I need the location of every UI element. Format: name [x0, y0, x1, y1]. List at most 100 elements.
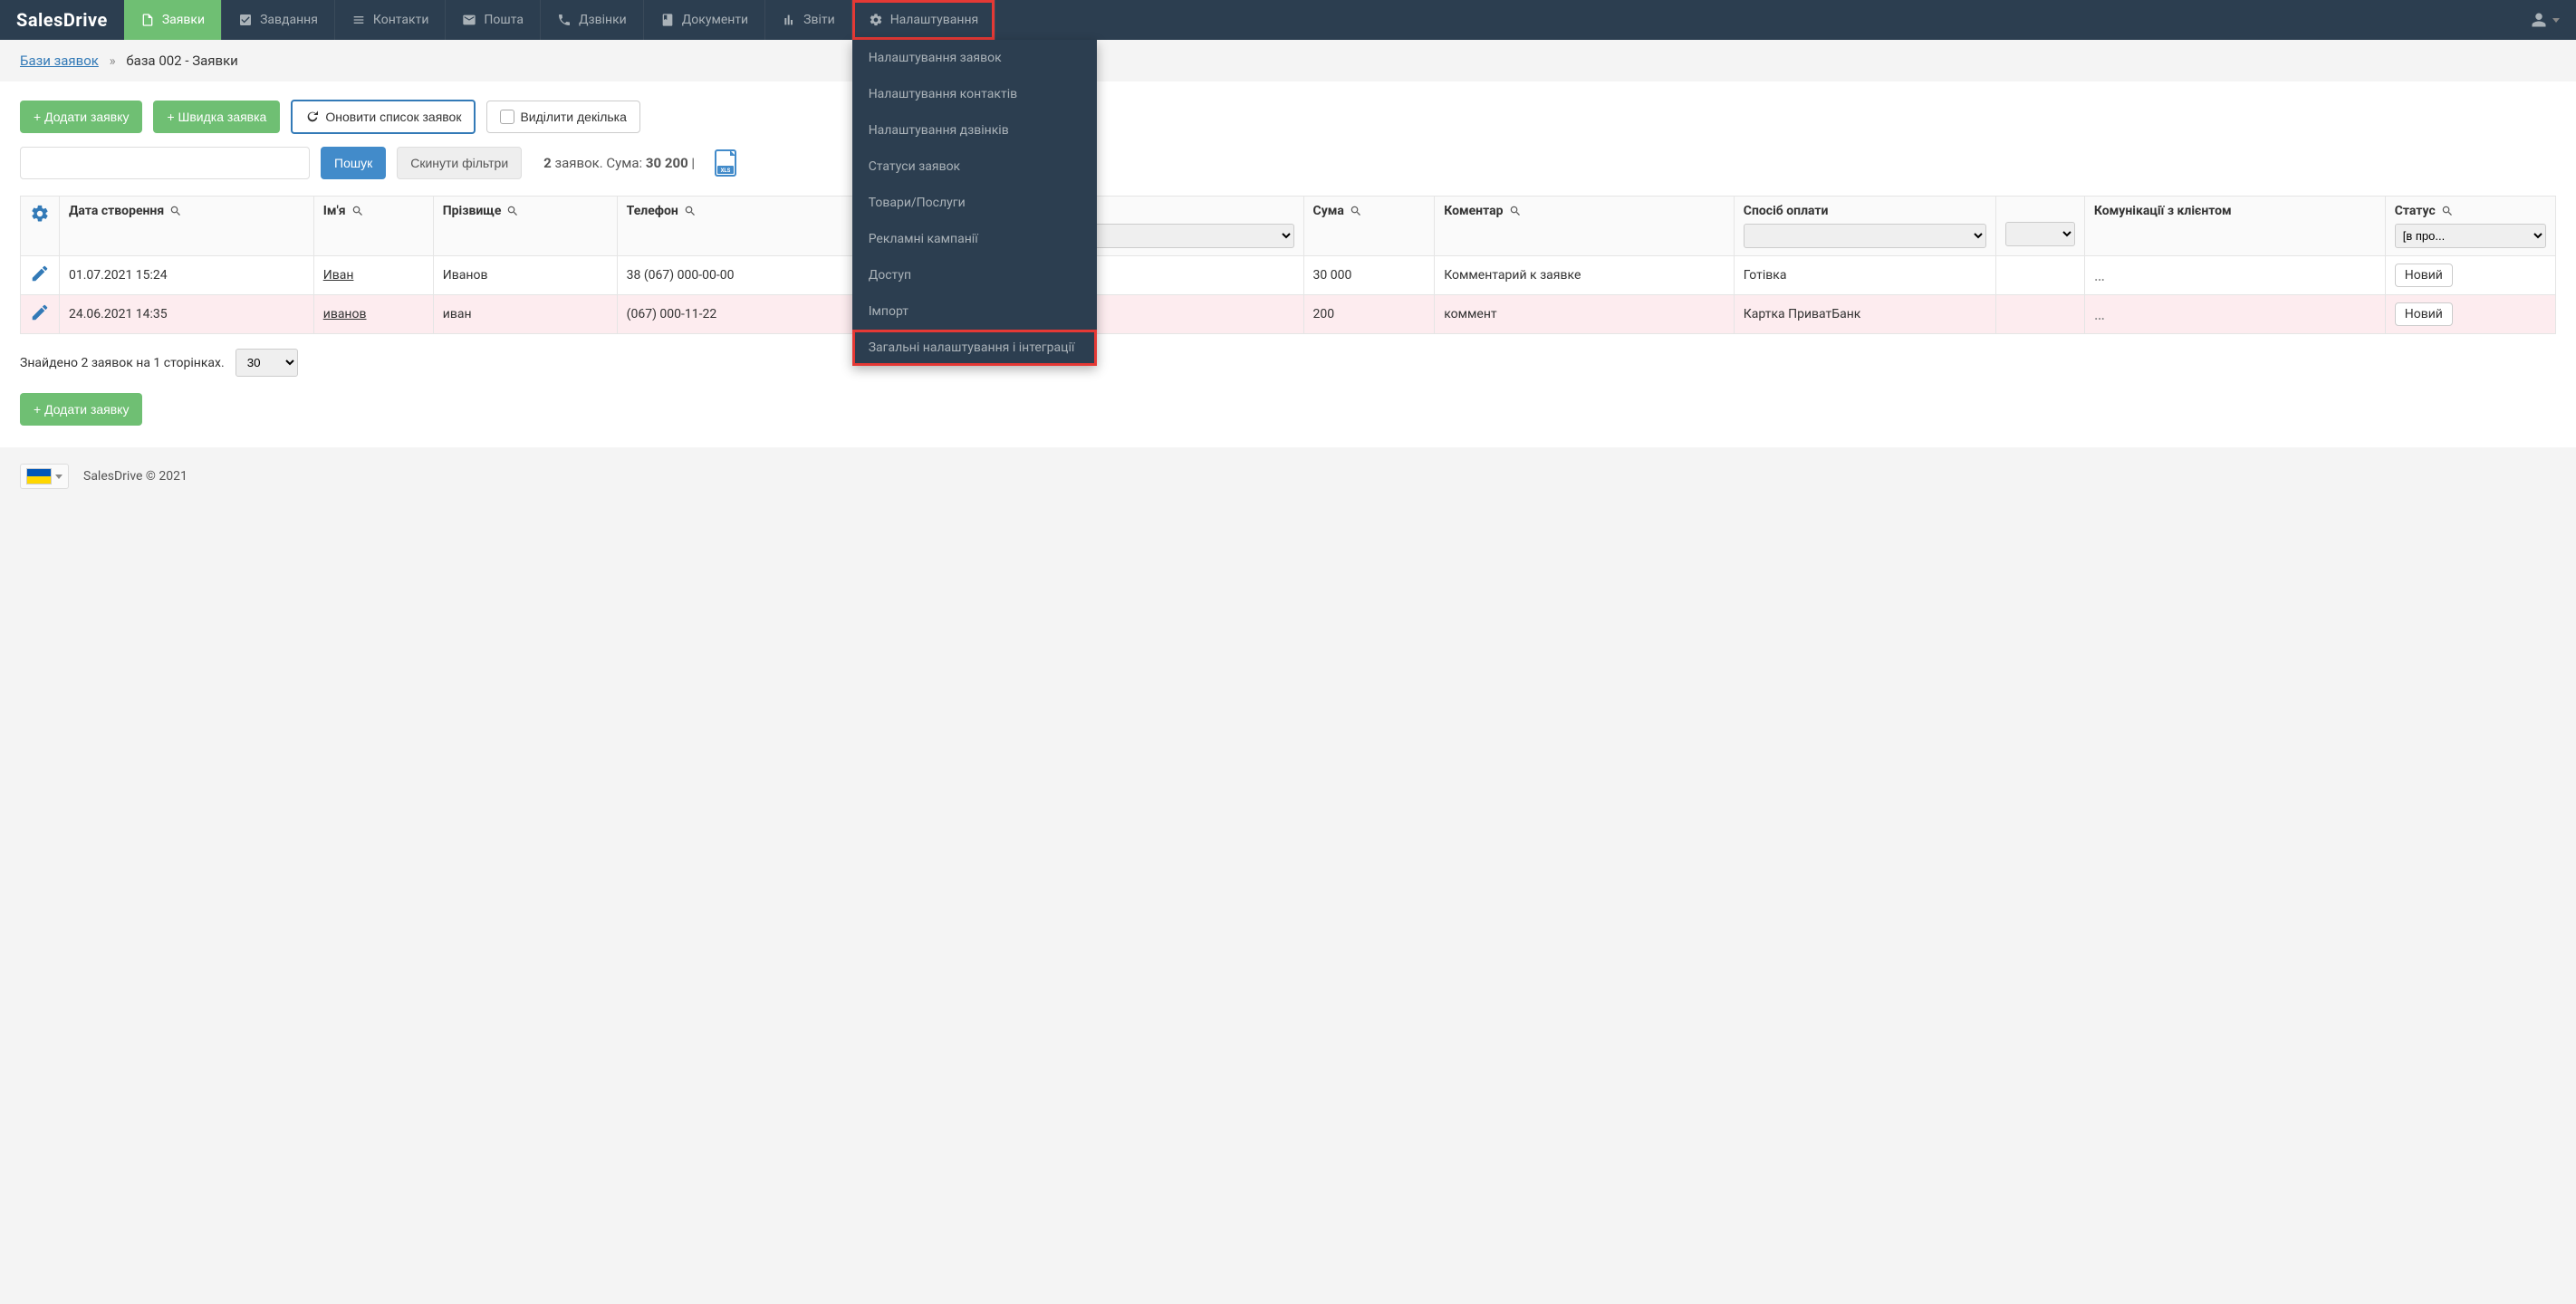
search-icon[interactable] [684, 205, 697, 217]
nav-orders[interactable]: Заявки [124, 0, 221, 40]
status-badge[interactable]: Новий [2395, 264, 2453, 287]
export-xls-button[interactable]: XLS [713, 149, 738, 177]
dropdown-item-calls-settings[interactable]: Налаштування дзвінків [852, 112, 1097, 149]
mail-icon [462, 13, 476, 27]
cell-name: Иван [313, 256, 433, 295]
edit-icon[interactable] [30, 264, 50, 283]
pager: Знайдено 2 заявок на 1 сторінках. 30 [20, 334, 2556, 377]
summary-sum: 30 200 [646, 155, 688, 171]
dropdown-item-goods[interactable]: Товари/Послуги [852, 185, 1097, 221]
dropdown-item-statuses[interactable]: Статуси заявок [852, 149, 1097, 185]
refresh-button[interactable]: Оновити список заявок [291, 100, 476, 134]
search-icon[interactable] [2441, 205, 2454, 217]
user-menu[interactable] [2514, 0, 2576, 40]
col-phone[interactable]: Телефон [617, 197, 860, 256]
search-icon[interactable] [351, 205, 364, 217]
brand-logo: SalesDrive [0, 0, 124, 40]
col-date[interactable]: Дата створення [60, 197, 314, 256]
col-extra[interactable] [1995, 197, 2084, 256]
edit-icon[interactable] [30, 302, 50, 322]
name-link[interactable]: Иван [323, 268, 354, 283]
status-filter-select[interactable]: [в про... [2395, 224, 2546, 248]
chevron-down-icon [55, 475, 62, 479]
search-button[interactable]: Пошук [321, 147, 386, 179]
select-many-button[interactable]: Виділити декілька [486, 101, 639, 133]
col-status[interactable]: Статус [в про... [2385, 197, 2555, 256]
summary-sep: | [688, 155, 695, 171]
cell-payment: Готівка [1734, 256, 1995, 295]
cell-phone: 38 (067) 000-00-00 [617, 256, 860, 295]
nav-reports[interactable]: Звіти [764, 0, 851, 40]
extra-filter-select[interactable] [2005, 222, 2075, 246]
cell-name: иванов [313, 295, 433, 334]
nav-label: Завдання [260, 13, 318, 27]
dropdown-item-access[interactable]: Доступ [852, 257, 1097, 293]
settings-dropdown: Налаштування заявок Налаштування контакт… [852, 40, 1097, 366]
refresh-label: Оновити список заявок [325, 110, 461, 124]
comms-ellipsis[interactable]: … [2094, 305, 2107, 324]
col-payment-label: Спосіб оплати [1744, 204, 1829, 218]
breadcrumb: Бази заявок » база 002 - Заявки [0, 40, 2576, 82]
checkbox-icon [500, 110, 514, 124]
nav-calls[interactable]: Дзвінки [540, 0, 643, 40]
gear-icon [869, 13, 883, 27]
nav-mail[interactable]: Пошта [445, 0, 540, 40]
dropdown-item-general-integrations[interactable]: Загальні налаштування і інтеграції [852, 330, 1097, 366]
book-icon [660, 13, 675, 27]
dropdown-item-orders-settings[interactable]: Налаштування заявок [852, 40, 1097, 76]
cell-extra [1995, 295, 2084, 334]
file-icon [140, 13, 155, 27]
col-gear [21, 197, 60, 256]
cell-comms: … [2084, 295, 2385, 334]
col-sum-label: Сума [1313, 204, 1344, 218]
cell-status: Новий [2385, 256, 2555, 295]
col-surname-label: Прізвище [443, 204, 502, 218]
language-selector[interactable] [20, 464, 69, 489]
col-payment[interactable]: Спосіб оплати [1734, 197, 1995, 256]
reset-filters-button[interactable]: Скинути фільтри [397, 147, 522, 179]
nav-documents[interactable]: Документи [643, 0, 764, 40]
dropdown-item-contacts-settings[interactable]: Налаштування контактів [852, 76, 1097, 112]
col-name-label: Ім'я [323, 204, 346, 218]
nav-settings[interactable]: Налаштування Налаштування заявок Налашту… [851, 0, 995, 40]
breadcrumb-root[interactable]: Бази заявок [20, 53, 99, 69]
add-order-button-bottom[interactable]: + Додати заявку [20, 393, 142, 426]
dropdown-item-import[interactable]: Імпорт [852, 293, 1097, 330]
quick-order-button[interactable]: + Швидка заявка [153, 101, 280, 133]
cell-payment: Картка ПриватБанк [1734, 295, 1995, 334]
user-icon [2531, 12, 2547, 28]
col-surname[interactable]: Прізвище [433, 197, 617, 256]
chevron-down-icon [2552, 18, 2560, 23]
col-comms[interactable]: Комунікації з клієнтом [2084, 197, 2385, 256]
nav-contacts[interactable]: Контакти [334, 0, 446, 40]
perpage-select[interactable]: 30 [235, 349, 298, 377]
add-order-button[interactable]: + Додати заявку [20, 101, 142, 133]
search-icon[interactable] [1509, 205, 1522, 217]
gear-icon[interactable] [30, 204, 50, 224]
search-icon[interactable] [169, 205, 182, 217]
search-input[interactable] [20, 147, 310, 179]
name-link[interactable]: иванов [323, 307, 367, 321]
table-row: 01.07.2021 15:24 Иван Иванов 38 (067) 00… [21, 256, 2556, 295]
col-status-label: Статус [2395, 204, 2436, 218]
cell-date: 24.06.2021 14:35 [60, 295, 314, 334]
cell-surname: иван [433, 295, 617, 334]
nav-tasks[interactable]: Завдання [221, 0, 334, 40]
select-many-label: Виділити декілька [520, 110, 626, 124]
refresh-icon [305, 110, 320, 124]
cell-status: Новий [2385, 295, 2555, 334]
nav-label: Звіти [803, 13, 835, 27]
status-badge[interactable]: Новий [2395, 302, 2453, 326]
col-name[interactable]: Ім'я [313, 197, 433, 256]
edit-cell [21, 256, 60, 295]
payment-filter-select[interactable] [1744, 224, 1986, 248]
comms-ellipsis[interactable]: … [2094, 266, 2107, 285]
toolbar: + Додати заявку + Швидка заявка Оновити … [20, 100, 2556, 134]
dropdown-item-campaigns[interactable]: Рекламні кампанії [852, 221, 1097, 257]
col-comment[interactable]: Коментар [1435, 197, 1735, 256]
cell-sum: 200 [1303, 295, 1435, 334]
search-icon[interactable] [1350, 205, 1362, 217]
search-icon[interactable] [506, 205, 519, 217]
col-sum[interactable]: Сума [1303, 197, 1435, 256]
col-date-label: Дата створення [69, 204, 164, 218]
